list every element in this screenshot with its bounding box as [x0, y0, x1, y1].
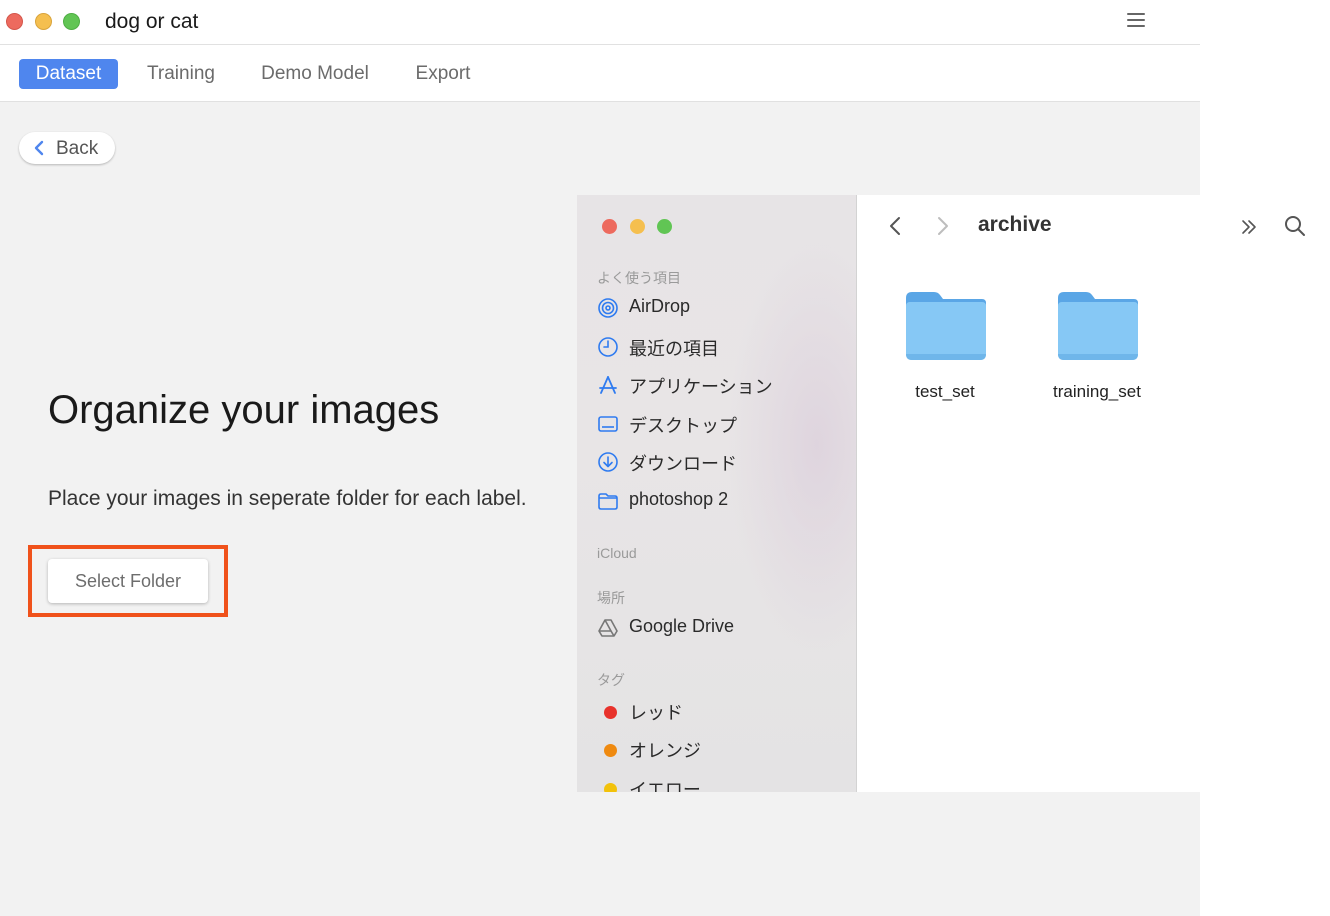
sidebar-item-tag-orange[interactable]: オレンジ [597, 736, 847, 762]
clock-icon [598, 337, 618, 357]
download-icon [598, 452, 618, 472]
tab-training[interactable]: Training [136, 59, 226, 89]
red-tag-dot [604, 706, 617, 719]
orange-tag-dot [604, 744, 617, 757]
tab-dataset[interactable]: Dataset [19, 59, 118, 89]
finder-window: よく使う項目 AirDrop 最近の項目 アプリケーション デスクトップ ダウン… [577, 195, 1330, 792]
folder-label: test_set [915, 382, 975, 401]
folder-icon [598, 493, 618, 510]
tab-bar: Dataset Training Demo Model Export [0, 45, 1200, 102]
finder-sidebar: よく使う項目 AirDrop 最近の項目 アプリケーション デスクトップ ダウン… [577, 195, 857, 792]
sidebar-item-label: アプリケーション [629, 377, 773, 397]
yellow-tag-dot [604, 783, 617, 792]
double-chevron-right-icon[interactable] [1239, 217, 1259, 237]
sidebar-item-photoshop[interactable]: photoshop 2 [597, 488, 847, 514]
window-title: dog or cat [105, 10, 199, 33]
current-folder-title: archive [978, 213, 1052, 236]
airdrop-icon [598, 298, 618, 318]
finder-maximize-button[interactable] [657, 219, 672, 234]
folder-label: training_set [1053, 382, 1141, 401]
tab-export[interactable]: Export [405, 59, 481, 89]
sidebar-item-recents[interactable]: 最近の項目 [597, 334, 847, 360]
folder-item-training-set[interactable]: training_set [1032, 290, 1162, 410]
hamburger-menu-icon[interactable] [1127, 13, 1145, 29]
folder-icon [906, 292, 986, 360]
section-tags: タグ [597, 672, 625, 688]
back-button-label: Back [56, 138, 99, 159]
sidebar-item-label: イエロー [629, 780, 701, 792]
sidebar-item-tag-yellow[interactable]: イエロー [597, 775, 847, 792]
sidebar-item-label: 最近の項目 [629, 339, 719, 359]
chevron-left-icon [34, 140, 44, 156]
minimize-window-button[interactable] [35, 13, 52, 30]
section-icloud: iCloud [597, 545, 637, 561]
finder-close-button[interactable] [602, 219, 617, 234]
sidebar-item-label: レッド [629, 703, 683, 723]
sidebar-item-label: AirDrop [629, 296, 691, 316]
sidebar-item-label: Google Drive [629, 616, 735, 636]
sidebar-item-downloads[interactable]: ダウンロード [597, 449, 847, 475]
search-icon[interactable] [1283, 214, 1307, 238]
finder-minimize-button[interactable] [630, 219, 645, 234]
title-bar: dog or cat [0, 0, 1200, 45]
close-window-button[interactable] [6, 13, 23, 30]
drive-icon [598, 619, 618, 637]
section-locations: 場所 [597, 590, 625, 606]
section-favorites: よく使う項目 [597, 270, 681, 286]
sidebar-item-label: ダウンロード [629, 454, 737, 474]
finder-content: archive test_set training_set [857, 195, 1330, 792]
tab-demo-model[interactable]: Demo Model [250, 59, 380, 89]
sidebar-item-label: デスクトップ [629, 416, 737, 436]
sidebar-item-google-drive[interactable]: Google Drive [597, 615, 847, 641]
sidebar-item-desktop[interactable]: デスクトップ [597, 411, 847, 437]
sidebar-item-airdrop[interactable]: AirDrop [597, 295, 847, 321]
maximize-window-button[interactable] [63, 13, 80, 30]
page-heading: Organize your images [48, 388, 440, 432]
select-folder-button[interactable]: Select Folder [48, 559, 208, 603]
sidebar-item-applications[interactable]: アプリケーション [597, 372, 847, 398]
chevron-right-icon[interactable] [935, 215, 951, 237]
page-description: Place your images in seperate folder for… [48, 487, 527, 510]
back-button[interactable]: Back [19, 132, 115, 164]
sidebar-item-label: オレンジ [629, 741, 701, 761]
applications-icon [599, 376, 617, 394]
sidebar-item-tag-red[interactable]: レッド [597, 698, 847, 724]
sidebar-item-label: photoshop 2 [629, 489, 729, 509]
folder-item-test-set[interactable]: test_set [880, 290, 1010, 410]
folder-icon [1058, 292, 1138, 360]
chevron-left-icon[interactable] [887, 215, 903, 237]
desktop-icon [598, 416, 618, 432]
